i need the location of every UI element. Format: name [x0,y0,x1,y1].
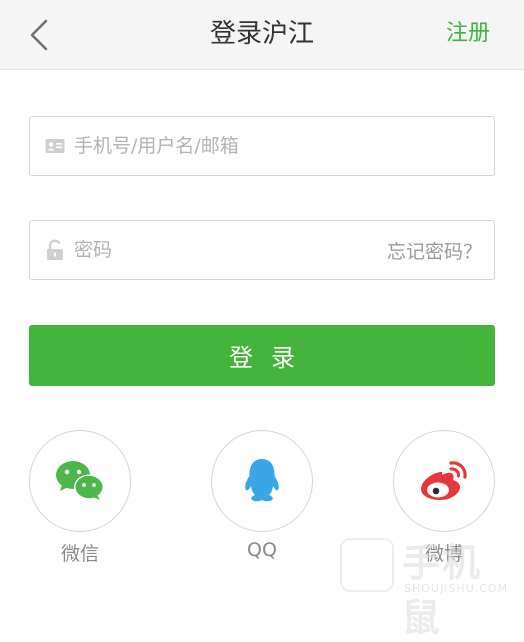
watermark-subtext: SHOUJISHU.COM [404,582,509,595]
wechat-circle [29,430,131,532]
lock-icon [44,221,66,279]
chevron-left-icon [30,19,48,51]
watermark-logo [340,538,394,592]
register-link[interactable]: 注册 [446,0,490,68]
wechat-icon [56,461,104,500]
id-card-icon [44,117,66,175]
top-bar: 登录沪江 注册 [0,0,524,70]
username-field[interactable] [29,116,495,176]
weibo-icon [421,461,467,500]
login-button[interactable]: 登录 [29,325,495,386]
qq-label: QQ [247,539,277,561]
qq-circle [211,430,313,532]
password-field[interactable]: 忘记密码？ [29,220,495,280]
weibo-circle [393,430,495,532]
password-input[interactable] [74,221,364,279]
qq-icon [245,459,279,502]
back-button[interactable] [22,17,56,53]
username-input[interactable] [74,117,474,175]
forgot-password-link[interactable]: 忘记密码？ [387,221,482,279]
qq-login-button[interactable]: QQ [211,430,313,561]
watermark: 手机鼠 SHOUJISHU.COM [340,534,518,640]
wechat-login-button[interactable]: 微信 [29,430,131,565]
wechat-label: 微信 [60,543,99,565]
